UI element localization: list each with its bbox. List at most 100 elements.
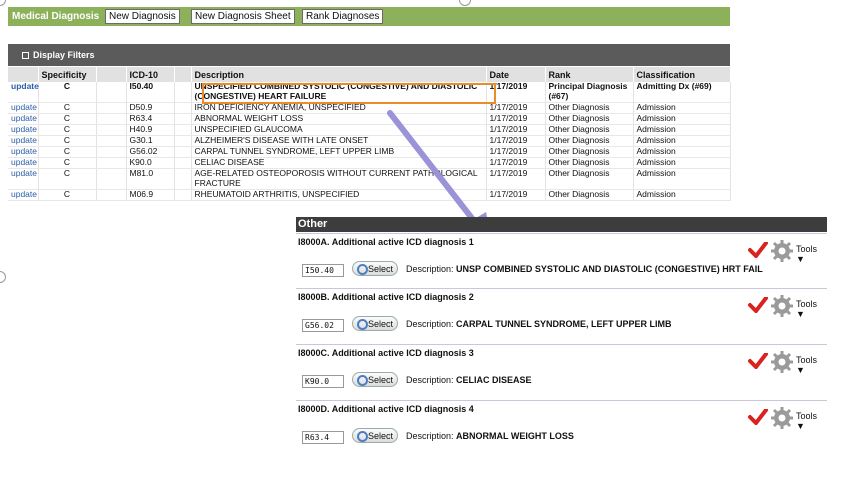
classification-cell: Admitting Dx (#69) <box>633 81 731 103</box>
description-prefix: Description: <box>406 264 454 274</box>
expand-icon[interactable] <box>22 52 29 59</box>
tools-menu[interactable]: Tools ▼ <box>796 299 827 319</box>
display-filters-bar[interactable]: Display Filters <box>8 44 730 66</box>
update-link[interactable]: update <box>8 124 39 136</box>
specificity-cell: C <box>38 102 97 114</box>
column-header: Rank <box>545 67 634 82</box>
description-prefix: Description: <box>406 375 454 385</box>
checkmark-icon <box>748 353 768 369</box>
spacer-cell <box>174 124 192 136</box>
tools-menu[interactable]: Tools ▼ <box>796 355 827 375</box>
item-title: I8000A. Additional active ICD diagnosis … <box>298 237 474 247</box>
tools-menu[interactable]: Tools ▼ <box>796 244 827 264</box>
column-header <box>174 67 192 82</box>
gear-icon[interactable] <box>771 407 793 429</box>
update-link[interactable]: update <box>8 113 39 125</box>
classification-cell: Admission <box>633 124 731 136</box>
rank-cell: Other Diagnosis <box>545 113 634 125</box>
highlight-box <box>202 83 496 104</box>
column-header <box>8 67 39 82</box>
decorative-ring <box>0 271 6 283</box>
rank-cell: Other Diagnosis <box>545 168 634 190</box>
select-label: Select <box>367 375 393 385</box>
table-row: update C H40.9 UNSPECIFIED GLAUCOMA 1/17/201… <box>8 124 731 136</box>
icd10-cell: I50.40 <box>126 81 175 103</box>
icd-code-input[interactable]: G56.02 <box>302 319 344 332</box>
spacer-cell <box>96 82 127 103</box>
select-label: Select <box>367 431 393 441</box>
table-row: update C R63.4 ABNORMAL WEIGHT LOSS 1/17/201… <box>8 113 731 125</box>
column-header <box>96 67 127 82</box>
select-button[interactable]: Select <box>352 316 398 331</box>
gear-icon[interactable] <box>771 295 793 317</box>
search-icon <box>357 319 368 330</box>
update-link[interactable]: update <box>8 157 39 169</box>
tools-menu[interactable]: Tools ▼ <box>796 411 827 431</box>
panel-title: Other <box>296 217 827 232</box>
column-header: Date <box>486 67 546 82</box>
spacer-cell <box>96 124 127 136</box>
column-header: ICD-10 <box>126 67 175 82</box>
spacer-cell <box>174 157 192 169</box>
classification-cell: Admission <box>633 113 731 125</box>
update-link[interactable]: update <box>8 146 39 158</box>
update-link[interactable]: update <box>8 102 39 114</box>
specificity-cell: C <box>38 124 97 136</box>
diagnosis-item: I8000B. Additional active ICD diagnosis … <box>296 288 827 344</box>
table-row: update C G30.1 ALZHEIMER'S DISEASE WITH LAT… <box>8 135 731 147</box>
display-filters-label: Display Filters <box>33 50 95 60</box>
description-prefix: Description: <box>406 319 454 329</box>
item-title: I8000B. Additional active ICD diagnosis … <box>298 292 474 302</box>
icd10-cell: M06.9 <box>126 189 175 201</box>
select-label: Select <box>367 319 393 329</box>
rank-diagnoses-button[interactable]: Rank Diagnoses <box>302 9 384 24</box>
description-value: CARPAL TUNNEL SYNDROME, LEFT UPPER LIMB <box>456 319 672 329</box>
rank-cell: Other Diagnosis <box>545 135 634 147</box>
update-link[interactable]: update <box>8 168 39 190</box>
rank-cell: Other Diagnosis <box>545 102 634 114</box>
icd-code-input[interactable]: R63.4 <box>302 431 344 444</box>
medical-diagnosis-header: Medical Diagnosis New Diagnosis New Diag… <box>8 7 730 26</box>
spacer-cell <box>174 168 192 190</box>
column-header: Specificity <box>38 67 97 82</box>
update-link[interactable]: update <box>8 135 39 147</box>
spacer-cell <box>96 113 127 125</box>
column-header: Description <box>191 67 487 82</box>
new-diagnosis-sheet-button[interactable]: New Diagnosis Sheet <box>191 9 295 24</box>
classification-cell: Admission <box>633 168 731 190</box>
decorative-ring <box>459 0 471 6</box>
checkmark-icon <box>748 242 768 258</box>
rank-cell: Other Diagnosis <box>545 146 634 158</box>
table-row: update C M81.0 AGE-RELATED OSTEOPOROSIS WIT… <box>8 168 731 190</box>
gear-icon[interactable] <box>771 240 793 262</box>
icd-code-input[interactable]: K90.0 <box>302 375 344 388</box>
table-row: update C G56.02 CARPAL TUNNEL SYNDROME, LEF… <box>8 146 731 158</box>
item-title: I8000C. Additional active ICD diagnosis … <box>298 348 474 358</box>
new-diagnosis-button[interactable]: New Diagnosis <box>105 9 180 24</box>
icd-code-input[interactable]: I50.40 <box>302 264 344 277</box>
specificity-cell: C <box>38 157 97 169</box>
spacer-cell <box>96 157 127 169</box>
spacer-cell <box>96 168 127 190</box>
select-button[interactable]: Select <box>352 428 398 443</box>
spacer-cell <box>174 146 192 158</box>
rank-cell: Other Diagnosis <box>545 157 634 169</box>
spacer-cell <box>174 113 192 125</box>
icd10-cell: H40.9 <box>126 124 175 136</box>
table-row: update C M06.9 RHEUMATOID ARTHRITIS, UNSPEC… <box>8 189 731 201</box>
specificity-cell: C <box>38 135 97 147</box>
update-link[interactable]: update <box>8 189 39 201</box>
select-button[interactable]: Select <box>352 261 398 276</box>
gear-icon[interactable] <box>771 351 793 373</box>
item-description: Description: CELIAC DISEASE <box>406 375 532 385</box>
specificity-cell: C <box>38 81 97 103</box>
item-title: I8000D. Additional active ICD diagnosis … <box>298 404 474 414</box>
other-diagnoses-panel: Other I8000A. Additional active ICD diag… <box>296 217 827 453</box>
update-link[interactable]: update <box>8 81 39 103</box>
checkmark-icon <box>748 297 768 313</box>
icd10-cell: D50.9 <box>126 102 175 114</box>
select-button[interactable]: Select <box>352 372 398 387</box>
spacer-cell <box>96 189 127 201</box>
description-value: UNSP COMBINED SYSTOLIC AND DIASTOLIC (CO… <box>456 264 763 274</box>
spacer-cell <box>96 146 127 158</box>
